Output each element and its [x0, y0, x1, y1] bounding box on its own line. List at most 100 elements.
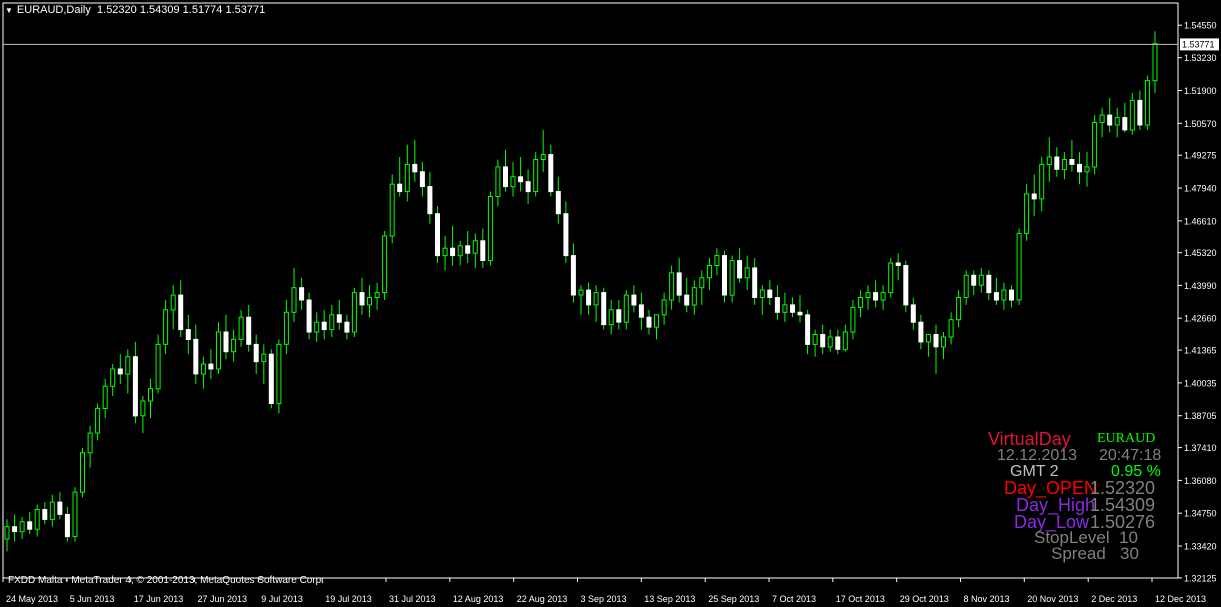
candle	[918, 314, 924, 350]
candle	[774, 285, 780, 320]
candle-body-bear	[246, 316, 252, 345]
candle	[178, 280, 184, 337]
candle	[208, 349, 214, 379]
candle	[835, 329, 841, 355]
candle-body-bull	[200, 363, 206, 375]
candle-body-bear	[601, 292, 607, 326]
candle-body-bull	[1039, 163, 1045, 200]
candle	[465, 231, 471, 263]
candle	[1152, 31, 1158, 93]
time-tick-label: 12 Aug 2013	[453, 594, 504, 604]
candle-body-bull	[314, 321, 320, 333]
candle	[623, 290, 629, 330]
candle-body-bull	[729, 260, 735, 296]
candle	[487, 191, 493, 266]
candle-body-bear	[638, 304, 644, 318]
candle-body-bull	[978, 274, 984, 286]
candle-body-bear	[64, 513, 70, 538]
candles-group	[4, 31, 1158, 552]
candle	[503, 149, 508, 192]
candle-body-bull	[163, 309, 169, 345]
candle-body-bull	[457, 245, 463, 257]
candle-body-bear	[344, 321, 350, 333]
candle-body-bull	[442, 247, 448, 257]
candle	[910, 297, 916, 330]
candle-body-bear	[397, 183, 403, 193]
candle-body-bear	[208, 363, 214, 370]
candle	[1039, 157, 1045, 212]
candle-body-bull	[540, 154, 546, 161]
price-tick-label: 1.46610	[1184, 216, 1217, 226]
candle	[903, 260, 909, 313]
time-tick-label: 3 Sep 2013	[581, 594, 627, 604]
candle	[404, 144, 410, 202]
candle	[336, 300, 342, 330]
candle-body-bull	[1099, 114, 1105, 123]
candle	[185, 314, 191, 355]
candle-body-bear	[1107, 114, 1113, 126]
candle	[631, 285, 637, 313]
candle	[19, 516, 25, 540]
candle-body-bull	[140, 400, 146, 417]
candle-body-bull	[404, 163, 410, 192]
candle	[993, 277, 999, 305]
candle	[299, 277, 305, 310]
candle	[669, 265, 675, 310]
candle	[148, 378, 153, 419]
candle-body-bear	[820, 334, 826, 348]
candle	[518, 157, 524, 192]
overlay-spread: Spread 30	[1051, 544, 1139, 563]
candle	[442, 235, 448, 271]
candle-body-bull	[669, 272, 675, 301]
candle-body-bear	[1031, 193, 1037, 200]
candle-body-bear	[570, 255, 576, 296]
candle	[540, 129, 546, 172]
candle-body-bull	[351, 292, 357, 333]
time-tick-label: 2 Dec 2013	[1091, 594, 1137, 604]
candle-body-bear	[548, 154, 554, 193]
candle-body-bull	[170, 294, 176, 311]
price-tick-label: 1.51900	[1184, 86, 1217, 96]
candle-body-bull	[382, 235, 388, 294]
candle-body-bull	[812, 334, 818, 345]
candle	[533, 152, 539, 197]
candle	[759, 285, 765, 315]
candle-body-bull	[1092, 122, 1098, 168]
candle-body-bear	[646, 316, 652, 328]
candle	[72, 487, 78, 542]
candle-body-bear	[684, 294, 690, 306]
candle	[676, 258, 682, 303]
candle	[223, 314, 229, 360]
price-tick-label: 1.54550	[1184, 21, 1217, 31]
candle-body-bull	[744, 267, 750, 279]
candle	[49, 494, 55, 527]
candle-body-bull	[1024, 193, 1030, 234]
candle-body-bear	[903, 265, 909, 306]
candle-body-bull	[19, 521, 25, 533]
candle-body-bear	[790, 304, 795, 313]
candle	[654, 314, 659, 340]
candle	[1031, 174, 1037, 217]
candle	[1129, 93, 1135, 135]
candle	[1054, 147, 1060, 177]
price-tick-label: 1.32125	[1184, 573, 1217, 583]
candle	[593, 285, 599, 323]
candle-body-bear	[193, 338, 199, 375]
dropdown-triangle-icon[interactable]: ▼	[5, 6, 13, 15]
candle-body-bear	[419, 171, 425, 188]
candle	[1009, 285, 1014, 308]
candle	[472, 233, 478, 268]
candle-body-bull	[1129, 99, 1135, 131]
time-tick-label: 7 Oct 2013	[772, 594, 816, 604]
candle	[419, 162, 425, 197]
candle	[744, 255, 750, 291]
time-tick-label: 9 Jul 2013	[261, 594, 303, 604]
candle	[12, 514, 18, 542]
candle-body-bull	[654, 314, 659, 328]
candle	[1024, 184, 1030, 241]
candle-body-bull	[948, 319, 954, 338]
candle-body-bull	[880, 292, 886, 301]
candle	[450, 226, 456, 266]
candle	[1092, 115, 1098, 175]
candle	[948, 312, 954, 345]
